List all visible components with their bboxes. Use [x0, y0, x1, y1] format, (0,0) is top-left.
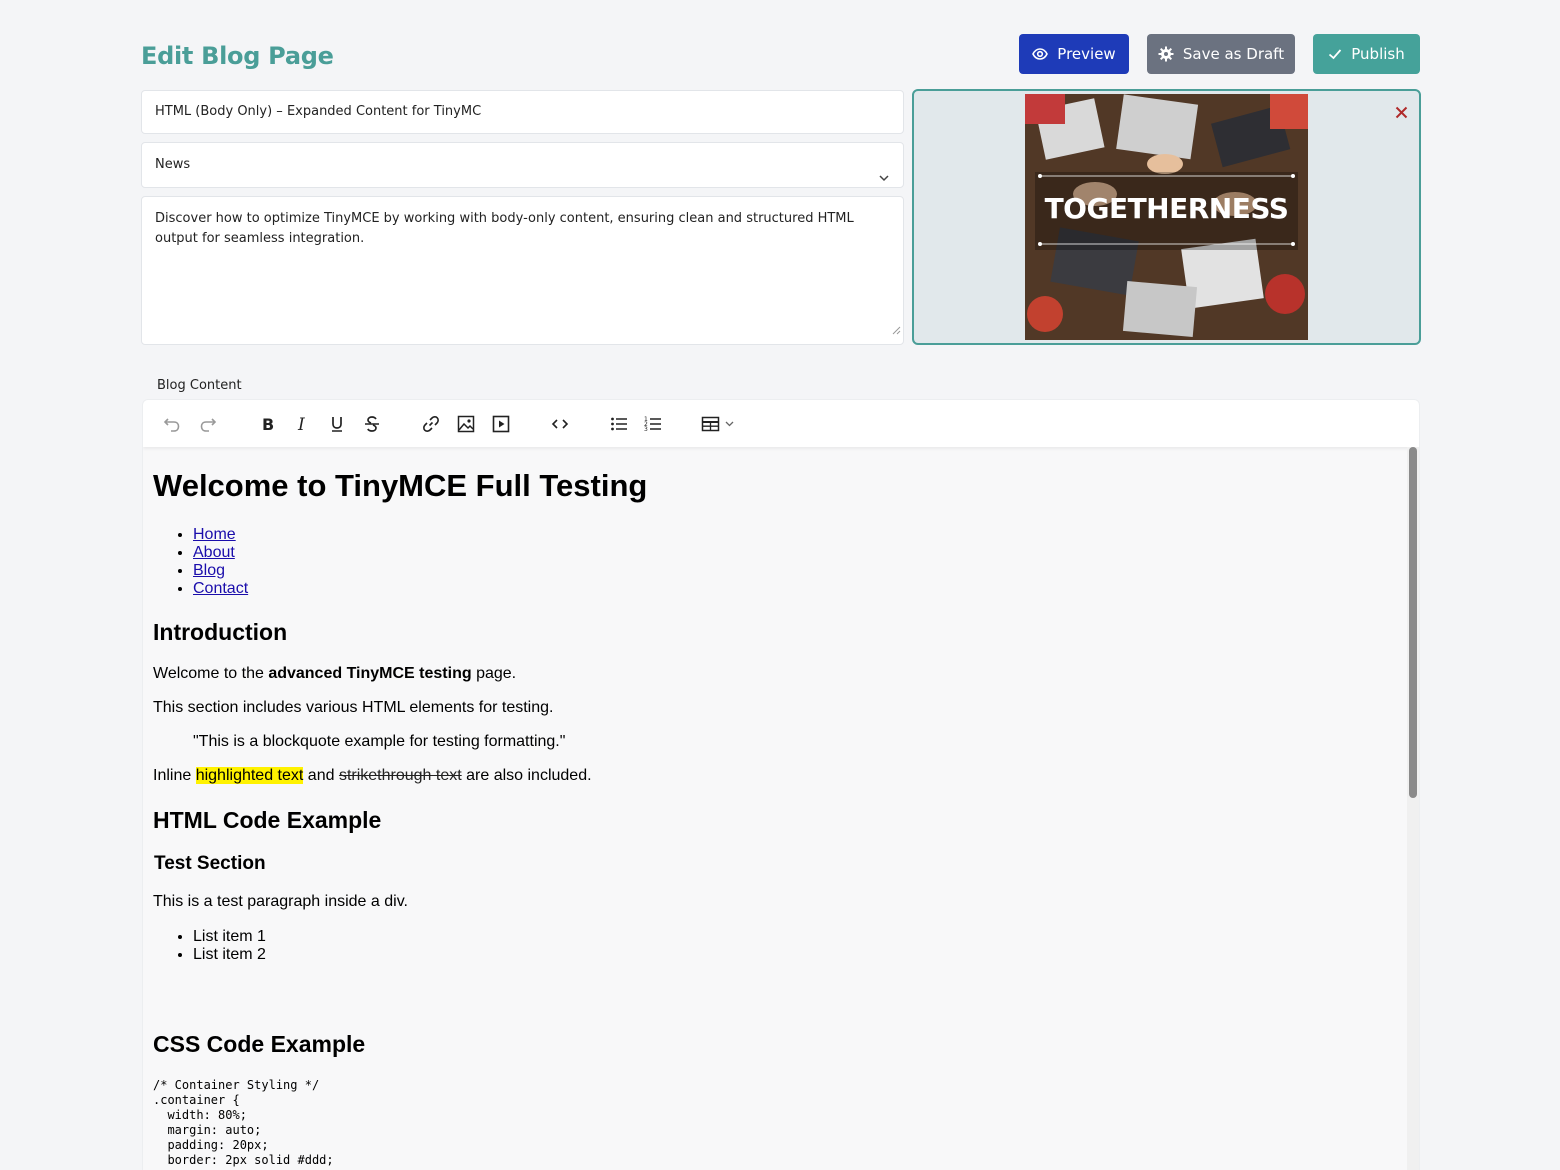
- numbered-list-icon[interactable]: 123: [641, 412, 665, 436]
- svg-text:I: I: [297, 415, 305, 434]
- preview-label: Preview: [1057, 45, 1116, 63]
- editor-toolbar: B I 123: [143, 400, 1419, 447]
- list-item: About: [193, 544, 248, 562]
- title-input[interactable]: HTML (Body Only) – Expanded Content for …: [141, 90, 904, 134]
- list-item: Home: [193, 526, 248, 544]
- preview-button[interactable]: Preview: [1019, 34, 1129, 74]
- introduction-heading: Introduction: [153, 619, 288, 645]
- blog-content-label: Blog Content: [157, 378, 242, 393]
- table-icon[interactable]: [700, 412, 740, 436]
- redo-icon[interactable]: [196, 412, 220, 436]
- underline-icon[interactable]: [325, 412, 349, 436]
- nav-link-blog[interactable]: Blog: [193, 562, 225, 579]
- bold-icon[interactable]: B: [255, 412, 279, 436]
- highlighted-text: highlighted text: [195, 767, 304, 784]
- excerpt-textarea[interactable]: Discover how to optimize TinyMCE by work…: [141, 196, 904, 345]
- image-icon[interactable]: [454, 412, 478, 436]
- nav-link-about[interactable]: About: [193, 544, 235, 561]
- css-code-block: /* Container Styling */ .container { wid…: [153, 1078, 334, 1167]
- remove-image-icon[interactable]: [1395, 104, 1408, 123]
- inline-format-paragraph: Inline highlighted text and strikethroug…: [153, 767, 592, 784]
- undo-icon[interactable]: [160, 412, 184, 436]
- eye-icon: [1032, 46, 1049, 62]
- strikethrough-icon[interactable]: [360, 412, 384, 436]
- intro-paragraph: Welcome to the advanced TinyMCE testing …: [153, 665, 517, 682]
- test-section-heading: Test Section: [154, 853, 266, 874]
- publish-button[interactable]: Publish: [1313, 34, 1420, 74]
- page-title: Edit Blog Page: [141, 42, 334, 70]
- strikethrough-text: strikethrough text: [338, 767, 462, 784]
- section-paragraph: This section includes various HTML eleme…: [153, 699, 554, 716]
- bold-text: advanced TinyMCE testing: [268, 665, 472, 682]
- category-select[interactable]: News: [141, 142, 904, 188]
- list-item: List item 1: [193, 928, 266, 946]
- svg-text:3: 3: [644, 426, 648, 433]
- save-draft-label: Save as Draft: [1182, 45, 1285, 63]
- html-code-heading: HTML Code Example: [153, 807, 382, 833]
- media-icon[interactable]: [489, 412, 513, 436]
- editor-scrollbar-thumb[interactable]: [1409, 447, 1417, 798]
- list-item: List item 2: [193, 946, 266, 964]
- featured-image-panel: TOGETHERNESS: [912, 89, 1421, 345]
- category-value: News: [155, 157, 191, 172]
- save-draft-button[interactable]: Save as Draft: [1147, 34, 1295, 74]
- publish-label: Publish: [1351, 45, 1405, 63]
- content-heading-1: Welcome to TinyMCE Full Testing: [153, 468, 648, 503]
- resize-handle-icon[interactable]: [892, 322, 901, 342]
- list-item: Contact: [193, 580, 248, 598]
- code-icon[interactable]: [548, 412, 572, 436]
- link-icon[interactable]: [419, 412, 443, 436]
- list-item: Blog: [193, 562, 248, 580]
- nav-link-home[interactable]: Home: [193, 526, 236, 543]
- css-code-heading: CSS Code Example: [153, 1031, 366, 1057]
- test-list: List item 1 List item 2: [193, 928, 266, 964]
- blockquote: "This is a blockquote example for testin…: [193, 733, 566, 750]
- test-paragraph: This is a test paragraph inside a div.: [153, 893, 408, 910]
- svg-text:B: B: [262, 415, 274, 434]
- excerpt-text: Discover how to optimize TinyMCE by work…: [155, 211, 854, 246]
- nav-link-contact[interactable]: Contact: [193, 580, 248, 597]
- featured-image: TOGETHERNESS: [1025, 94, 1308, 340]
- nav-link-list: Home About Blog Contact: [193, 526, 248, 598]
- check-icon: [1328, 47, 1342, 61]
- bullet-list-icon[interactable]: [607, 412, 631, 436]
- featured-image-overlay-text: TOGETHERNESS: [1044, 192, 1289, 225]
- gear-icon: [1158, 46, 1174, 62]
- italic-icon[interactable]: I: [290, 412, 314, 436]
- rich-text-editor[interactable]: B I 123 Welcome to TinyMCE Full Testing …: [142, 399, 1420, 1170]
